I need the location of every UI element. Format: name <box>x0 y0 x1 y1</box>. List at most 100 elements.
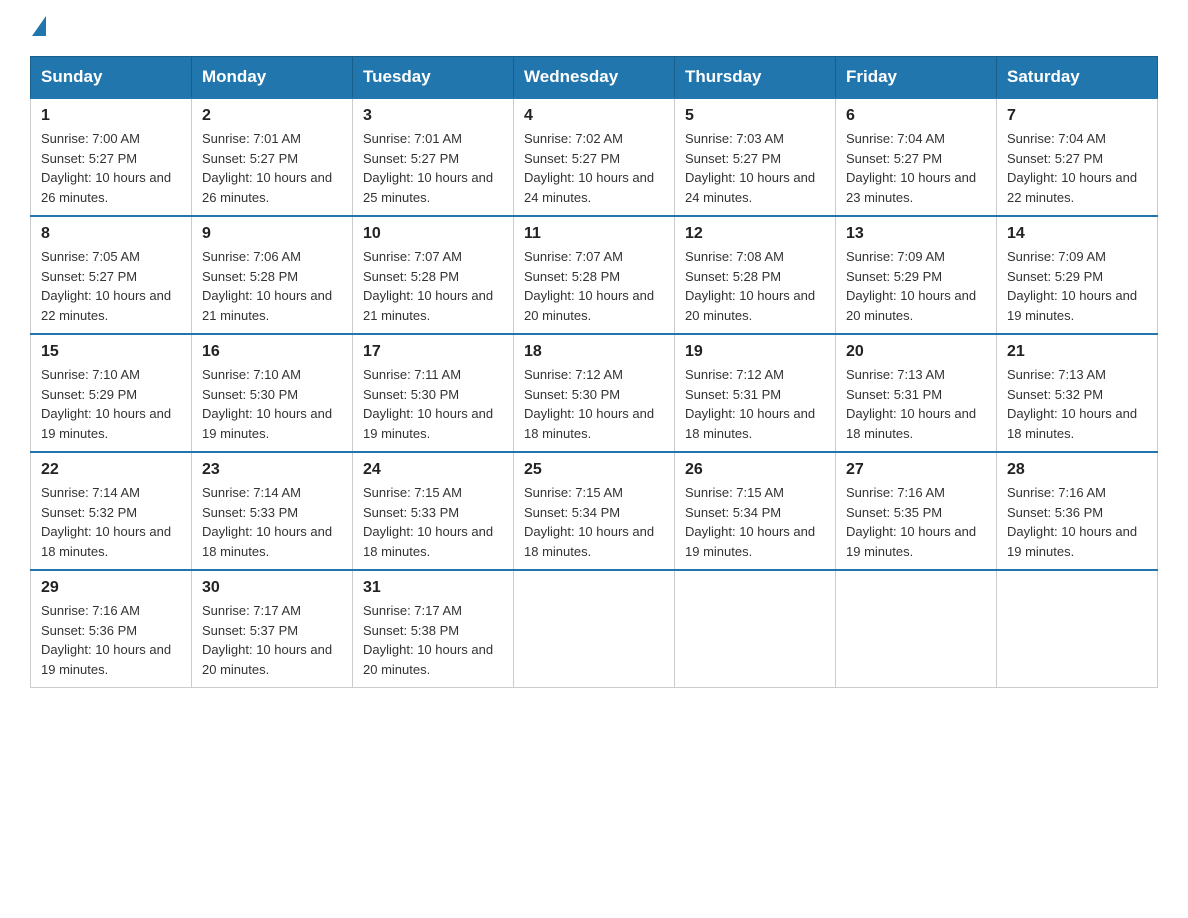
day-info: Sunrise: 7:04 AM Sunset: 5:27 PM Dayligh… <box>1007 129 1147 207</box>
day-info: Sunrise: 7:00 AM Sunset: 5:27 PM Dayligh… <box>41 129 181 207</box>
week-row-1: 1 Sunrise: 7:00 AM Sunset: 5:27 PM Dayli… <box>31 98 1158 216</box>
calendar-cell: 20 Sunrise: 7:13 AM Sunset: 5:31 PM Dayl… <box>836 334 997 452</box>
day-info: Sunrise: 7:08 AM Sunset: 5:28 PM Dayligh… <box>685 247 825 325</box>
logo-text <box>30 20 48 36</box>
calendar-cell: 25 Sunrise: 7:15 AM Sunset: 5:34 PM Dayl… <box>514 452 675 570</box>
day-number: 1 <box>41 107 181 125</box>
col-friday: Friday <box>836 57 997 99</box>
day-info: Sunrise: 7:13 AM Sunset: 5:31 PM Dayligh… <box>846 365 986 443</box>
calendar-cell: 22 Sunrise: 7:14 AM Sunset: 5:32 PM Dayl… <box>31 452 192 570</box>
calendar-cell: 30 Sunrise: 7:17 AM Sunset: 5:37 PM Dayl… <box>192 570 353 688</box>
day-number: 12 <box>685 225 825 243</box>
calendar-cell: 29 Sunrise: 7:16 AM Sunset: 5:36 PM Dayl… <box>31 570 192 688</box>
col-monday: Monday <box>192 57 353 99</box>
day-number: 15 <box>41 343 181 361</box>
day-number: 18 <box>524 343 664 361</box>
day-number: 17 <box>363 343 503 361</box>
calendar-cell: 2 Sunrise: 7:01 AM Sunset: 5:27 PM Dayli… <box>192 98 353 216</box>
day-info: Sunrise: 7:01 AM Sunset: 5:27 PM Dayligh… <box>363 129 503 207</box>
header-row: Sunday Monday Tuesday Wednesday Thursday… <box>31 57 1158 99</box>
col-saturday: Saturday <box>997 57 1158 99</box>
calendar-cell: 9 Sunrise: 7:06 AM Sunset: 5:28 PM Dayli… <box>192 216 353 334</box>
day-number: 14 <box>1007 225 1147 243</box>
day-number: 10 <box>363 225 503 243</box>
day-number: 25 <box>524 461 664 479</box>
day-number: 20 <box>846 343 986 361</box>
calendar-cell: 1 Sunrise: 7:00 AM Sunset: 5:27 PM Dayli… <box>31 98 192 216</box>
day-info: Sunrise: 7:10 AM Sunset: 5:29 PM Dayligh… <box>41 365 181 443</box>
calendar-cell: 27 Sunrise: 7:16 AM Sunset: 5:35 PM Dayl… <box>836 452 997 570</box>
day-info: Sunrise: 7:09 AM Sunset: 5:29 PM Dayligh… <box>1007 247 1147 325</box>
week-row-4: 22 Sunrise: 7:14 AM Sunset: 5:32 PM Dayl… <box>31 452 1158 570</box>
col-wednesday: Wednesday <box>514 57 675 99</box>
calendar-cell: 21 Sunrise: 7:13 AM Sunset: 5:32 PM Dayl… <box>997 334 1158 452</box>
calendar-cell: 8 Sunrise: 7:05 AM Sunset: 5:27 PM Dayli… <box>31 216 192 334</box>
day-number: 21 <box>1007 343 1147 361</box>
week-row-5: 29 Sunrise: 7:16 AM Sunset: 5:36 PM Dayl… <box>31 570 1158 688</box>
day-number: 16 <box>202 343 342 361</box>
logo-area <box>30 20 48 38</box>
day-info: Sunrise: 7:14 AM Sunset: 5:33 PM Dayligh… <box>202 483 342 561</box>
day-number: 24 <box>363 461 503 479</box>
calendar-cell: 14 Sunrise: 7:09 AM Sunset: 5:29 PM Dayl… <box>997 216 1158 334</box>
calendar-cell <box>514 570 675 688</box>
day-info: Sunrise: 7:01 AM Sunset: 5:27 PM Dayligh… <box>202 129 342 207</box>
calendar-cell: 4 Sunrise: 7:02 AM Sunset: 5:27 PM Dayli… <box>514 98 675 216</box>
day-number: 29 <box>41 579 181 597</box>
day-number: 19 <box>685 343 825 361</box>
calendar-cell: 10 Sunrise: 7:07 AM Sunset: 5:28 PM Dayl… <box>353 216 514 334</box>
col-sunday: Sunday <box>31 57 192 99</box>
day-info: Sunrise: 7:03 AM Sunset: 5:27 PM Dayligh… <box>685 129 825 207</box>
week-row-2: 8 Sunrise: 7:05 AM Sunset: 5:27 PM Dayli… <box>31 216 1158 334</box>
calendar-cell: 15 Sunrise: 7:10 AM Sunset: 5:29 PM Dayl… <box>31 334 192 452</box>
day-info: Sunrise: 7:14 AM Sunset: 5:32 PM Dayligh… <box>41 483 181 561</box>
day-number: 2 <box>202 107 342 125</box>
day-number: 6 <box>846 107 986 125</box>
day-info: Sunrise: 7:15 AM Sunset: 5:34 PM Dayligh… <box>685 483 825 561</box>
day-info: Sunrise: 7:17 AM Sunset: 5:38 PM Dayligh… <box>363 601 503 679</box>
day-number: 4 <box>524 107 664 125</box>
day-info: Sunrise: 7:10 AM Sunset: 5:30 PM Dayligh… <box>202 365 342 443</box>
day-number: 30 <box>202 579 342 597</box>
day-number: 7 <box>1007 107 1147 125</box>
calendar-cell: 11 Sunrise: 7:07 AM Sunset: 5:28 PM Dayl… <box>514 216 675 334</box>
week-row-3: 15 Sunrise: 7:10 AM Sunset: 5:29 PM Dayl… <box>31 334 1158 452</box>
calendar-cell: 31 Sunrise: 7:17 AM Sunset: 5:38 PM Dayl… <box>353 570 514 688</box>
day-number: 31 <box>363 579 503 597</box>
calendar-cell: 3 Sunrise: 7:01 AM Sunset: 5:27 PM Dayli… <box>353 98 514 216</box>
calendar-cell: 6 Sunrise: 7:04 AM Sunset: 5:27 PM Dayli… <box>836 98 997 216</box>
calendar-cell: 12 Sunrise: 7:08 AM Sunset: 5:28 PM Dayl… <box>675 216 836 334</box>
calendar-cell: 19 Sunrise: 7:12 AM Sunset: 5:31 PM Dayl… <box>675 334 836 452</box>
calendar-cell: 16 Sunrise: 7:10 AM Sunset: 5:30 PM Dayl… <box>192 334 353 452</box>
day-info: Sunrise: 7:16 AM Sunset: 5:35 PM Dayligh… <box>846 483 986 561</box>
col-tuesday: Tuesday <box>353 57 514 99</box>
calendar-cell <box>997 570 1158 688</box>
calendar-cell <box>675 570 836 688</box>
calendar-cell: 5 Sunrise: 7:03 AM Sunset: 5:27 PM Dayli… <box>675 98 836 216</box>
calendar-cell: 13 Sunrise: 7:09 AM Sunset: 5:29 PM Dayl… <box>836 216 997 334</box>
day-number: 11 <box>524 225 664 243</box>
day-info: Sunrise: 7:02 AM Sunset: 5:27 PM Dayligh… <box>524 129 664 207</box>
calendar-cell <box>836 570 997 688</box>
day-info: Sunrise: 7:05 AM Sunset: 5:27 PM Dayligh… <box>41 247 181 325</box>
calendar-cell: 26 Sunrise: 7:15 AM Sunset: 5:34 PM Dayl… <box>675 452 836 570</box>
calendar-table: Sunday Monday Tuesday Wednesday Thursday… <box>30 56 1158 688</box>
day-info: Sunrise: 7:12 AM Sunset: 5:30 PM Dayligh… <box>524 365 664 443</box>
day-info: Sunrise: 7:12 AM Sunset: 5:31 PM Dayligh… <box>685 365 825 443</box>
page-wrapper: Sunday Monday Tuesday Wednesday Thursday… <box>0 0 1188 718</box>
day-info: Sunrise: 7:07 AM Sunset: 5:28 PM Dayligh… <box>524 247 664 325</box>
day-number: 8 <box>41 225 181 243</box>
calendar-cell: 7 Sunrise: 7:04 AM Sunset: 5:27 PM Dayli… <box>997 98 1158 216</box>
day-info: Sunrise: 7:16 AM Sunset: 5:36 PM Dayligh… <box>1007 483 1147 561</box>
day-number: 26 <box>685 461 825 479</box>
day-info: Sunrise: 7:15 AM Sunset: 5:34 PM Dayligh… <box>524 483 664 561</box>
day-number: 3 <box>363 107 503 125</box>
day-info: Sunrise: 7:17 AM Sunset: 5:37 PM Dayligh… <box>202 601 342 679</box>
calendar-cell: 28 Sunrise: 7:16 AM Sunset: 5:36 PM Dayl… <box>997 452 1158 570</box>
day-info: Sunrise: 7:06 AM Sunset: 5:28 PM Dayligh… <box>202 247 342 325</box>
logo-triangle-icon <box>32 16 46 36</box>
day-number: 23 <box>202 461 342 479</box>
day-info: Sunrise: 7:07 AM Sunset: 5:28 PM Dayligh… <box>363 247 503 325</box>
header-area <box>30 20 1158 38</box>
day-number: 13 <box>846 225 986 243</box>
